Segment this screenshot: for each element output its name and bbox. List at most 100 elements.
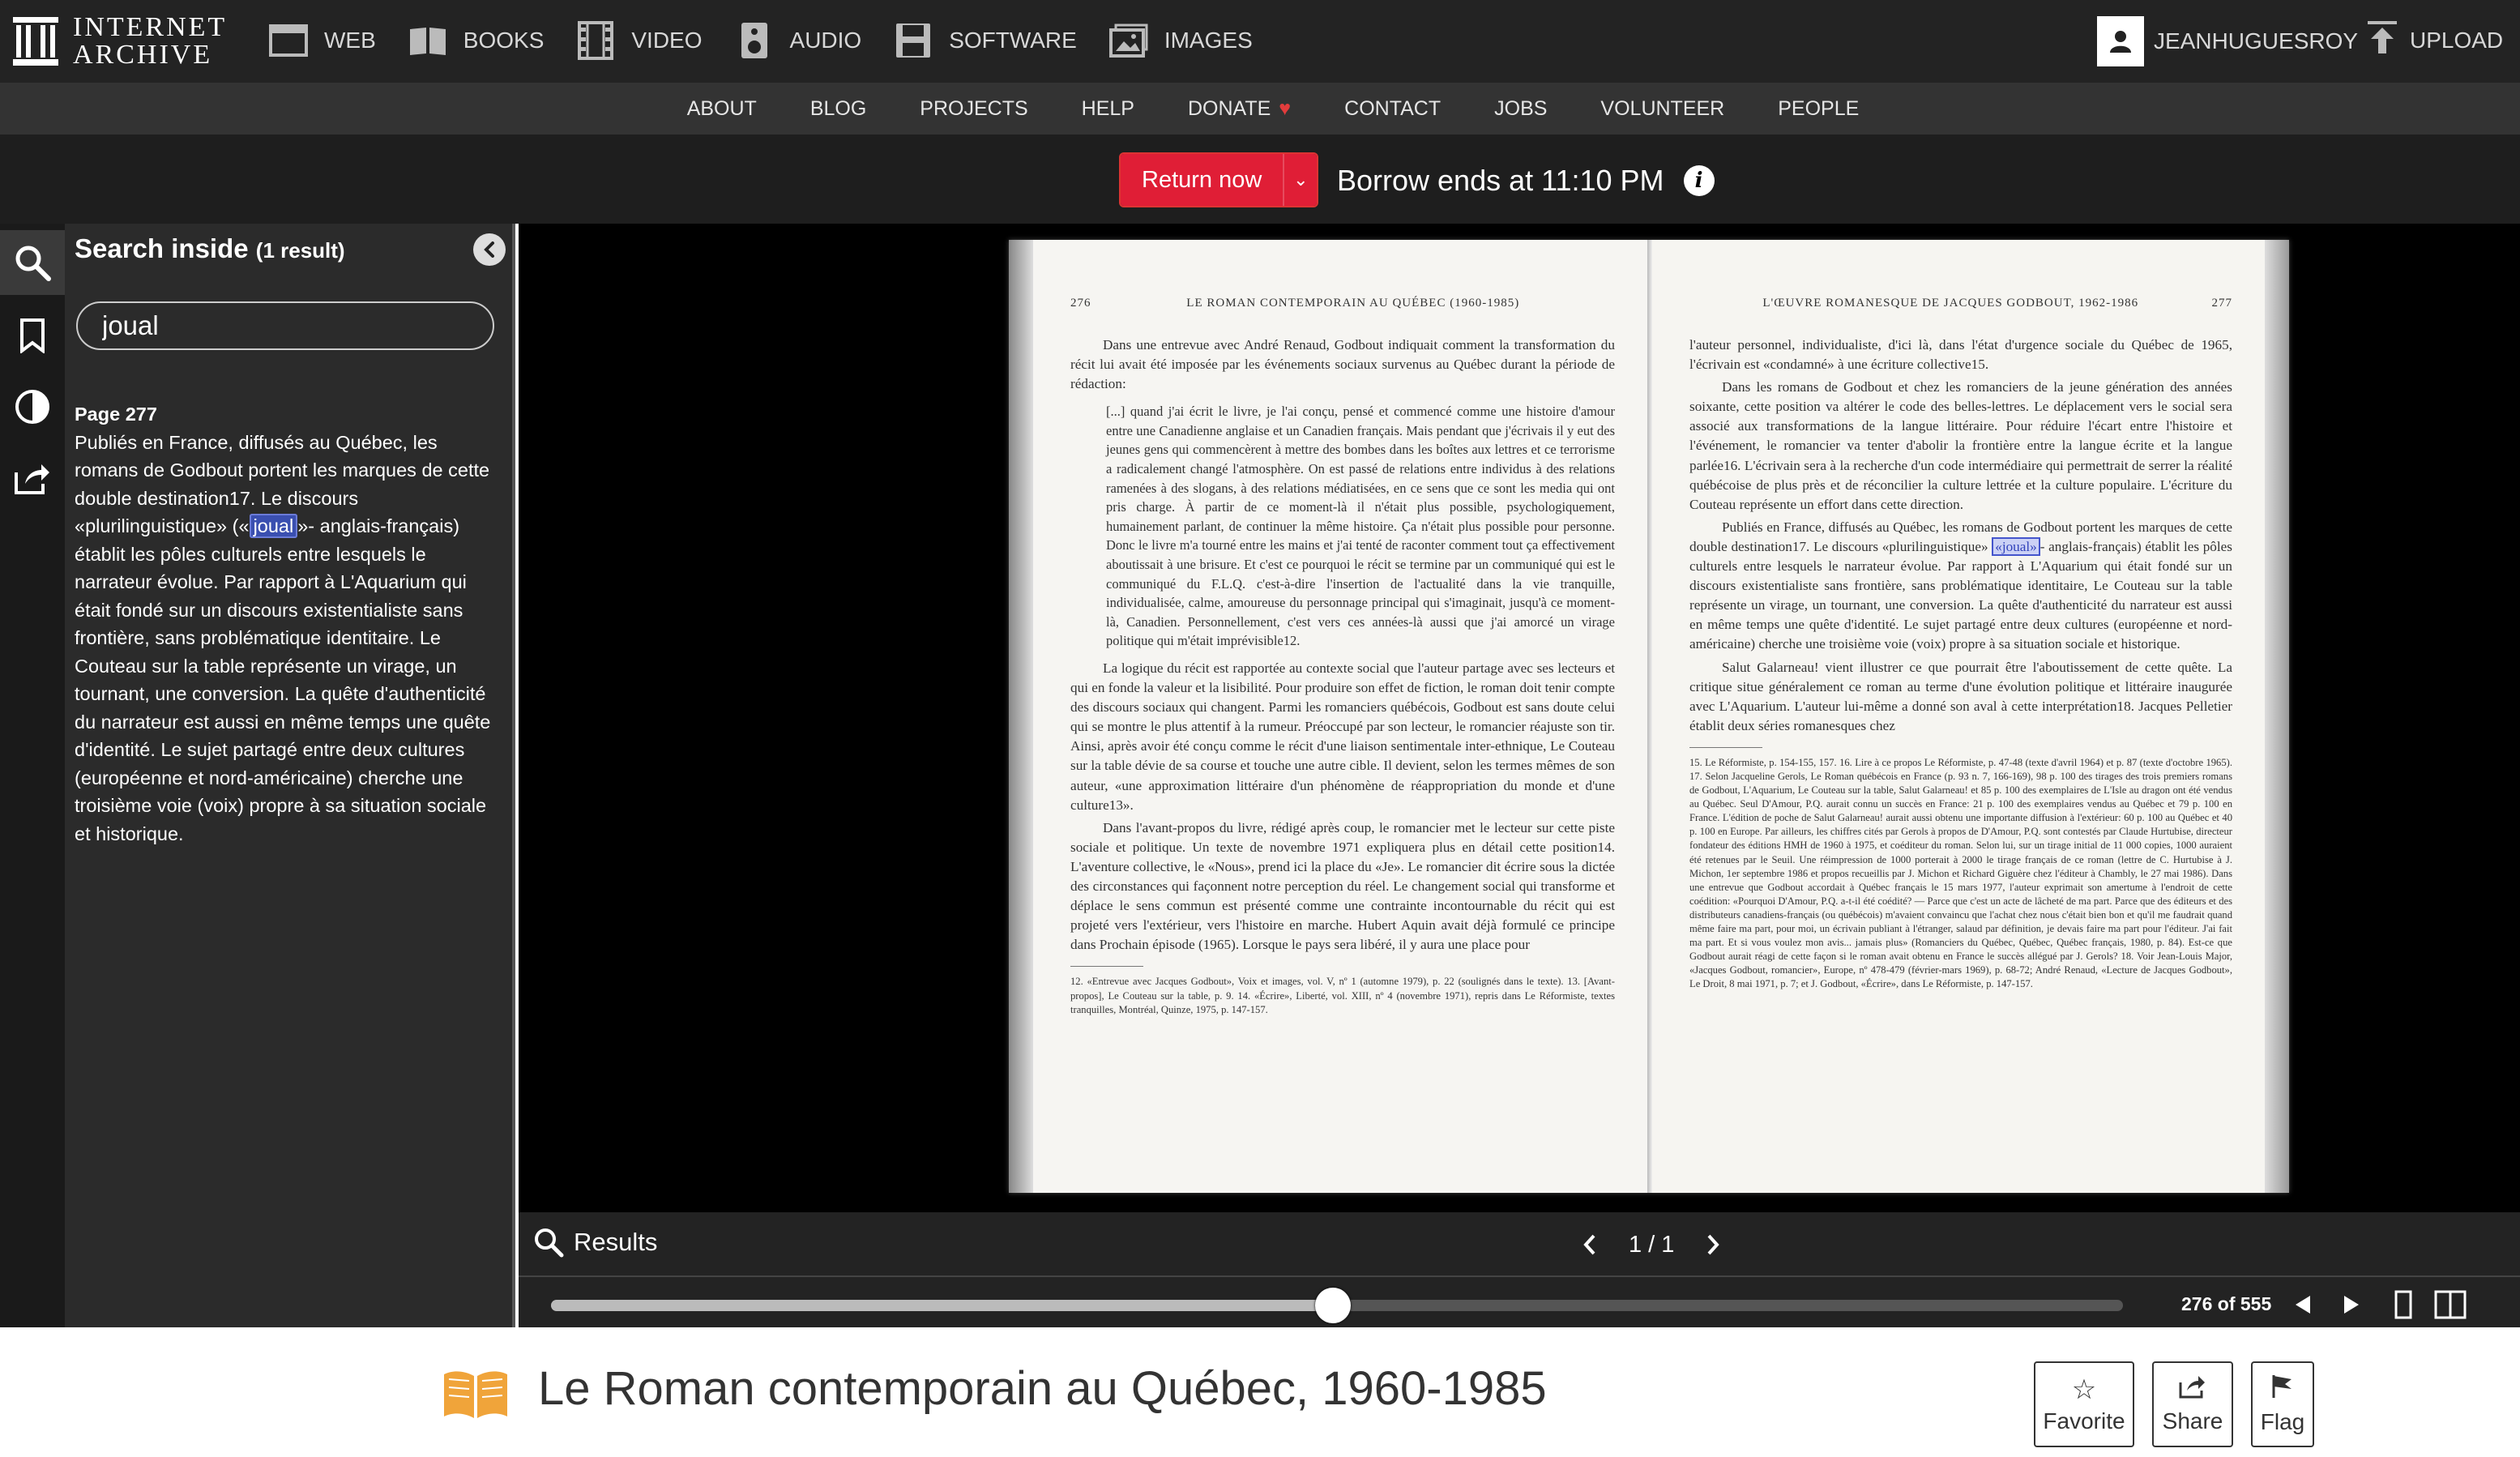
viewer-controls: Results 1 / 1 276 of 555	[519, 1212, 2520, 1327]
search-icon	[535, 1228, 564, 1258]
subnav-people[interactable]: PEOPLE	[1778, 97, 1859, 121]
chevron-right-icon	[1707, 1234, 1720, 1255]
star-icon: ☆	[2071, 1374, 2097, 1405]
favorite-button[interactable]: ☆ Favorite	[2034, 1361, 2134, 1447]
contrast-icon	[15, 390, 49, 424]
search-input-wrapper	[76, 301, 494, 350]
result-pager-count: 1 / 1	[1629, 1231, 1675, 1258]
page-text-right: l'auteur personnel, individualiste, d'ic…	[1689, 335, 2232, 991]
next-page-button[interactable]	[2334, 1288, 2369, 1321]
search-results-bar: Results 1 / 1	[519, 1212, 2520, 1277]
info-icon[interactable]: i	[1683, 165, 1715, 196]
footnote-rule	[1070, 966, 1143, 968]
search-panel-button[interactable]	[0, 230, 65, 295]
borrow-ends-text: Borrow ends at 11:10 PM	[1337, 164, 1664, 197]
flag-icon	[2270, 1374, 2295, 1406]
share-panel-button[interactable]	[0, 446, 65, 511]
book-page-right[interactable]: L'ŒUVRE ROMANESQUE DE JACQUES GODBOUT, 1…	[1652, 240, 2265, 1193]
result-highlight: joual	[249, 514, 298, 538]
flag-button[interactable]: Flag	[2251, 1361, 2314, 1447]
audio-icon	[733, 19, 775, 62]
nav-images[interactable]: IMAGES	[1108, 19, 1253, 62]
page-search-highlight[interactable]: «joual»	[1992, 536, 2040, 556]
paragraph: La logique du récit est rapportée au con…	[1070, 660, 1615, 813]
search-panel-title: Search inside (1 result)	[75, 233, 345, 263]
nav-software[interactable]: SOFTWARE	[892, 19, 1077, 62]
subnav-help[interactable]: HELP	[1082, 97, 1134, 121]
nav-web[interactable]: WEB	[267, 19, 376, 62]
media-nav: WEB BOOKS VIDEO AUDIO SOFTWARE IMAGES	[267, 16, 1283, 65]
book-page-left[interactable]: 276 LE ROMAN CONTEMPORAIN AU QUÉBEC (196…	[1033, 240, 1647, 1193]
next-result-button[interactable]	[1695, 1228, 1731, 1261]
side-menu-rail	[0, 224, 65, 1327]
book-title: Le Roman contemporain au Québec, 1960-19…	[538, 1362, 1547, 1415]
secondary-nav: ABOUT BLOG PROJECTS HELP DONATE ♥ CONTACT…	[0, 83, 2520, 135]
internet-archive-logo[interactable]: INTERNET ARCHIVE	[13, 12, 228, 70]
nav-books[interactable]: BOOKS	[407, 19, 544, 62]
page-text-left: Dans une entrevue avec André Renaud, God…	[1070, 335, 1615, 1017]
result-snippet-after: »- anglais-français) établit les pôles c…	[75, 515, 491, 844]
share-icon	[2179, 1374, 2206, 1405]
one-page-icon	[2394, 1290, 2412, 1319]
nav-audio[interactable]: AUDIO	[733, 19, 861, 62]
chevron-down-icon: ⌄	[1293, 169, 1309, 190]
heart-icon: ♥	[1279, 96, 1292, 120]
subnav-contact[interactable]: CONTACT	[1344, 97, 1441, 121]
running-head-right: L'ŒUVRE ROMANESQUE DE JACQUES GODBOUT, 1…	[1762, 297, 2139, 310]
result-page-label: Page 277	[75, 404, 157, 425]
paragraph: l'auteur personnel, individualiste, d'ic…	[1689, 337, 2232, 373]
subnav-blog[interactable]: BLOG	[810, 97, 866, 121]
search-result-item[interactable]: Page 277 Publiés en France, diffusés au …	[75, 400, 496, 848]
archive-building-icon	[13, 17, 58, 66]
share-icon	[15, 464, 49, 494]
footnotes-left: 12. «Entrevue avec Jacques Godbout», Voi…	[1070, 976, 1615, 1015]
subnav-jobs[interactable]: JOBS	[1494, 97, 1547, 121]
upload-button[interactable]: UPLOAD	[2366, 19, 2503, 61]
bookmark-icon	[20, 318, 45, 353]
visual-adjustment-button[interactable]	[0, 374, 65, 439]
chevron-left-icon	[1583, 1234, 1595, 1255]
collapse-panel-button[interactable]	[473, 233, 506, 266]
subnav-projects[interactable]: PROJECTS	[920, 97, 1027, 121]
subnav-volunteer[interactable]: VOLUNTEER	[1600, 97, 1724, 121]
paragraph: Dans les romans de Godbout et chez les r…	[1689, 379, 2232, 512]
return-now-button[interactable]: Return now	[1121, 154, 1283, 206]
previous-result-button[interactable]	[1572, 1228, 1608, 1261]
page-slider-fill	[551, 1300, 1333, 1311]
previous-page-button[interactable]	[2285, 1288, 2321, 1321]
triangle-left-icon	[2296, 1296, 2310, 1314]
search-icon	[15, 246, 51, 281]
triangle-right-icon	[2344, 1296, 2359, 1314]
book-edge-left	[1009, 240, 1033, 1193]
books-icon	[407, 19, 449, 62]
return-dropdown-button[interactable]: ⌄	[1283, 154, 1318, 206]
search-input[interactable]	[102, 310, 468, 341]
software-icon	[892, 19, 934, 62]
subnav-about[interactable]: ABOUT	[687, 97, 757, 121]
nav-video[interactable]: VIDEO	[574, 19, 703, 62]
footnotes-right: 15. Le Réformiste, p. 154-155, 157. 16. …	[1689, 756, 2232, 990]
bookmarks-button[interactable]	[0, 303, 65, 368]
block-quote: [...] quand j'ai écrit le livre, je l'ai…	[1106, 404, 1615, 649]
results-button[interactable]: Results	[533, 1227, 657, 1258]
page-slider-handle[interactable]	[1314, 1288, 1351, 1323]
top-nav: INTERNET ARCHIVE WEB BOOKS VIDEO AUDIO S…	[0, 0, 2520, 83]
one-page-view-button[interactable]	[2385, 1288, 2421, 1321]
two-page-view-button[interactable]	[2432, 1288, 2468, 1321]
paragraph: Dans une entrevue avec André Renaud, God…	[1070, 337, 1615, 392]
two-page-icon	[2434, 1290, 2467, 1319]
logo-text: INTERNET ARCHIVE	[73, 12, 228, 70]
borrow-status: Borrow ends at 11:10 PM i	[1337, 164, 1715, 198]
web-icon	[267, 19, 310, 62]
footnote-rule	[1689, 746, 1762, 748]
page-number-right: 277	[2211, 297, 2232, 310]
page-count: 276 of 555	[2181, 1293, 2272, 1314]
subnav-donate[interactable]: DONATE ♥	[1188, 97, 1291, 121]
user-menu[interactable]: JEANHUGUESROY	[2097, 16, 2358, 66]
page-slider[interactable]	[551, 1288, 2123, 1323]
result-count: (1 result)	[255, 238, 345, 263]
share-button[interactable]: Share	[2152, 1361, 2233, 1447]
images-icon	[1108, 19, 1150, 62]
book-spread[interactable]: 276 LE ROMAN CONTEMPORAIN AU QUÉBEC (196…	[1009, 240, 2289, 1193]
upload-icon	[2366, 19, 2398, 61]
